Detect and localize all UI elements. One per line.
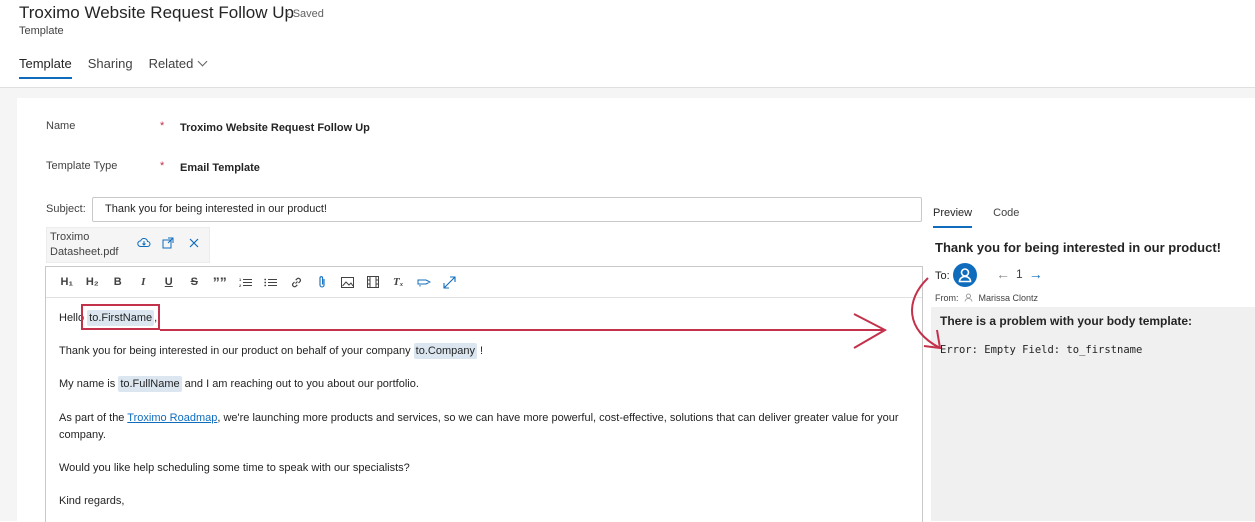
- annotation-arrows: [160, 277, 942, 350]
- annotation-arrow-curved: [911, 277, 941, 349]
